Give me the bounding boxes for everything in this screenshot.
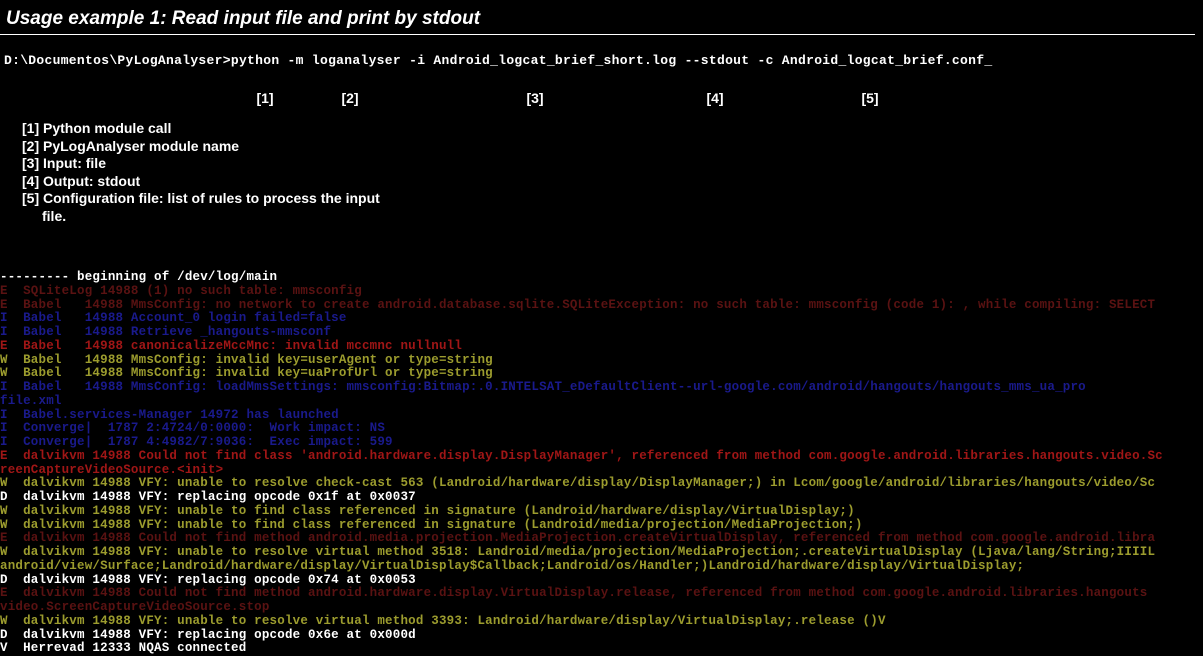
annot-4: [4]	[675, 90, 755, 106]
log-line: file.xml	[0, 395, 1203, 409]
log-line: D dalvikvm 14988 VFY: replacing opcode 0…	[0, 574, 1203, 588]
annot-2: [2]	[305, 90, 395, 106]
prompt: D:\Documentos\PyLogAnalyser>	[4, 53, 231, 68]
cmd-part-1: python -m	[231, 53, 304, 68]
annotation-row: [1][2][3][4][5]	[0, 68, 1203, 120]
log-line: W dalvikvm 14988 VFY: unable to resolve …	[0, 615, 1203, 629]
legend-1: [1] Python module call	[22, 120, 1203, 138]
legend-3: [3] Input: file	[22, 155, 1203, 173]
log-line: reenCaptureVideoSource.<init>	[0, 464, 1203, 478]
log-line: W Babel 14988 MmsConfig: invalid key=uaP…	[0, 367, 1203, 381]
log-output: --------- beginning of /dev/log/mainE SQ…	[0, 225, 1203, 656]
log-line: --------- beginning of /dev/log/main	[0, 271, 1203, 285]
log-line: I Babel 14988 MmsConfig: loadMmsSettings…	[0, 381, 1203, 395]
command-line: D:\Documentos\PyLogAnalyser>python -m lo…	[0, 53, 1203, 68]
legend-5: [5] Configuration file: list of rules to…	[22, 190, 1203, 208]
annot-5: [5]	[755, 90, 985, 106]
cmd-part-3: -i Android_logcat_brief_short.log	[409, 53, 676, 68]
log-line: E dalvikvm 14988 Could not find method a…	[0, 532, 1203, 546]
log-line: I Converge| 1787 4:4982/7:9036: Exec imp…	[0, 436, 1203, 450]
log-line: E Babel 14988 MmsConfig: no network to c…	[0, 299, 1203, 313]
page-title: Usage example 1: Read input file and pri…	[0, 0, 1195, 35]
legend-4: [4] Output: stdout	[22, 173, 1203, 191]
log-line: I Babel 14988 Account_0 login failed=fal…	[0, 312, 1203, 326]
annot-1: [1]	[225, 90, 305, 106]
log-line: W dalvikvm 14988 VFY: unable to find cla…	[0, 505, 1203, 519]
log-line: I Converge| 1787 2:4724/0:0000: Work imp…	[0, 422, 1203, 436]
legend-block: [1] Python module call [2] PyLogAnalyser…	[0, 120, 1203, 225]
log-line: video.ScreenCaptureVideoSource.stop	[0, 601, 1203, 615]
log-line: E SQLiteLog 14988 (1) no such table: mms…	[0, 285, 1203, 299]
cmd-part-5: -c Android_logcat_brief.conf_	[757, 53, 992, 68]
log-line: E Babel 14988 canonicalizeMccMnc: invali…	[0, 340, 1203, 354]
log-line: W dalvikvm 14988 VFY: unable to resolve …	[0, 477, 1203, 491]
legend-5b: file.	[22, 208, 1203, 226]
cmd-part-2: loganalyser	[312, 53, 401, 68]
log-line: I Babel.services-Manager 14972 has launc…	[0, 409, 1203, 423]
log-line: W dalvikvm 14988 VFY: unable to find cla…	[0, 519, 1203, 533]
log-line: D dalvikvm 14988 VFY: replacing opcode 0…	[0, 629, 1203, 643]
log-line: D dalvikvm 14988 VFY: replacing opcode 0…	[0, 491, 1203, 505]
annot-3: [3]	[395, 90, 675, 106]
log-line: W Babel 14988 MmsConfig: invalid key=use…	[0, 354, 1203, 368]
cmd-part-4: --stdout	[685, 53, 750, 68]
log-line: E dalvikvm 14988 Could not find method a…	[0, 587, 1203, 601]
log-line: android/view/Surface;Landroid/hardware/d…	[0, 560, 1203, 574]
log-line: W dalvikvm 14988 VFY: unable to resolve …	[0, 546, 1203, 560]
log-line: E dalvikvm 14988 Could not find class 'a…	[0, 450, 1203, 464]
log-line: I Babel 14988 Retrieve _hangouts-mmsconf	[0, 326, 1203, 340]
legend-2: [2] PyLogAnalyser module name	[22, 138, 1203, 156]
